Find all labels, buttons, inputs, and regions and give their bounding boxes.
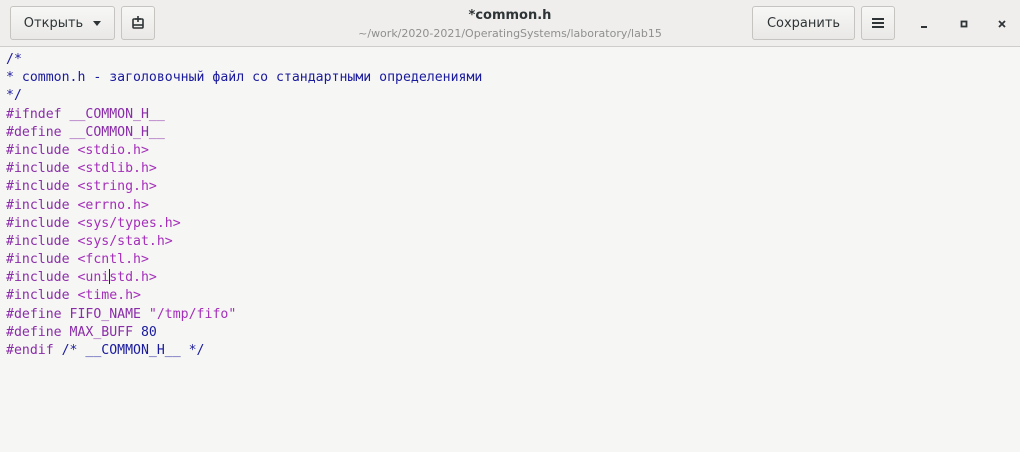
code-directive: #include (6, 215, 78, 231)
open-button-label: Открыть (23, 15, 84, 31)
code-line: /* (6, 51, 1020, 69)
code-include-path: <sys/types.h> (77, 215, 181, 231)
code-line: #include <sys/types.h> (6, 215, 1020, 233)
code-directive: #include (6, 270, 78, 286)
code-directive: #ifndef __COMMON_H__ (6, 106, 165, 122)
code-line: #include <string.h> (6, 178, 1020, 196)
new-document-icon (132, 16, 144, 29)
code-line: #ifndef __COMMON_H__ (6, 106, 1020, 124)
code-line: #include <stdio.h> (6, 142, 1020, 160)
code-directive: #include (6, 233, 78, 249)
code-directive: #define __COMMON_H__ (6, 124, 165, 140)
close-button[interactable] (990, 12, 1014, 36)
code-number: 80 (140, 324, 157, 340)
code-line: #define MAX_BUFF 80 (6, 324, 1020, 342)
code-include-path: <stdlib.h> (77, 161, 157, 177)
chevron-down-icon (93, 20, 102, 26)
window-title: *common.h (468, 8, 552, 23)
code-comment: /* (6, 52, 22, 67)
hamburger-menu-icon (872, 18, 884, 28)
text-cursor (108, 269, 110, 285)
save-button[interactable]: Сохранить (752, 6, 855, 40)
code-line: #define __COMMON_H__ (6, 124, 1020, 142)
text-editor[interactable]: /* * common.h - заголовочный файл со стан… (0, 47, 1020, 452)
minimize-icon (921, 26, 927, 28)
maximize-button[interactable] (952, 12, 976, 36)
code-line: #include <sys/stat.h> (6, 233, 1020, 251)
window-subtitle: ~/work/2020-2021/OperatingSystems/labora… (358, 27, 662, 40)
code-include-path: <errno.h> (77, 197, 149, 213)
close-icon (998, 20, 1006, 28)
code-line: #include <unistd.h> (6, 269, 1020, 287)
code-directive: #include (6, 252, 78, 268)
code-line: #include <stdlib.h> (6, 160, 1020, 178)
code-line: #define FIFO_NAME "/tmp/fifo" (6, 306, 1020, 324)
code-line: #include <fcntl.h> (6, 251, 1020, 269)
code-directive: #include (6, 179, 78, 195)
code-include-path: <time.h> (77, 288, 141, 304)
new-document-button[interactable] (121, 6, 155, 40)
header-bar: Открыть *common.h ~/work/2020-2021/Opera… (0, 0, 1020, 47)
save-button-label: Сохранить (766, 15, 841, 31)
code-directive: #define MAX_BUFF (6, 324, 141, 340)
code-comment: * common.h - заголовочный файл со станда… (6, 70, 483, 86)
code-string: "/tmp/fifo" (148, 306, 237, 322)
code-directive: #include (6, 161, 78, 177)
code-line: #endif /* __COMMON_H__ */ (6, 342, 1020, 360)
code-include-path: <string.h> (77, 179, 157, 195)
code-line: */ (6, 87, 1020, 105)
code-line: #include <errno.h> (6, 197, 1020, 215)
code-directive: #include (6, 288, 78, 304)
code-comment: /* __COMMON_H__ */ (61, 343, 205, 358)
code-include-path: <stdio.h> (77, 142, 149, 158)
open-button[interactable]: Открыть (10, 6, 115, 40)
minimize-button[interactable] (912, 12, 936, 36)
hamburger-menu-button[interactable] (861, 6, 895, 40)
code-directive: #include (6, 142, 78, 158)
code-comment: */ (6, 88, 22, 104)
code-include-path: <fcntl.h> (77, 252, 149, 268)
code-include-path: <sys/stat.h> (77, 233, 173, 249)
maximize-icon (960, 20, 968, 28)
code-directive: #define FIFO_NAME (6, 306, 149, 322)
code-directive: #include (6, 197, 78, 213)
code-directive: #endif (6, 343, 62, 358)
code-include-path: <unistd.h> (77, 269, 157, 286)
code-line: #include <time.h> (6, 287, 1020, 305)
code-line: * common.h - заголовочный файл со станда… (6, 69, 1020, 87)
